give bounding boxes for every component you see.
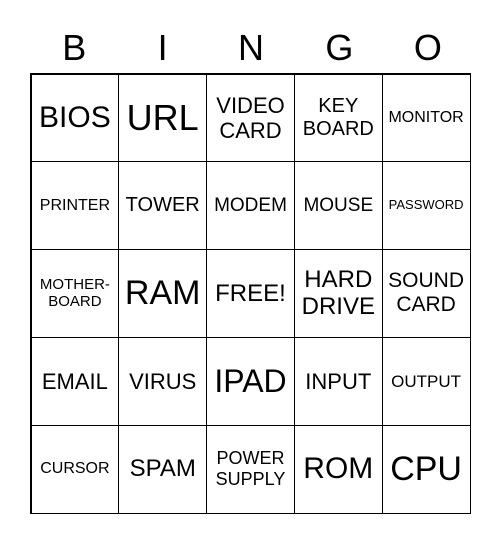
header-letter-g: G [325,27,354,68]
bingo-cell: PASSWORD [381,161,471,251]
bingo-cell: CPU [381,424,471,514]
bingo-cell: RAM [118,249,208,338]
bingo-cell: SPAM [118,424,208,514]
bingo-cell: VIRUS [118,336,208,426]
bingo-cell: KEY BOARD [293,73,383,163]
bingo-cell: ROM [293,424,383,514]
bingo-cell: URL [118,73,208,163]
bingo-cell free-space: FREE! [206,249,295,338]
bingo-cell: MONITOR [381,73,471,163]
bingo-cell: CURSOR [30,424,120,514]
header-letter-n: N [238,27,265,68]
bingo-cell: HARD DRIVE [293,249,383,338]
header-letter-i: I [157,27,168,68]
bingo-cell: TOWER [118,161,208,251]
bingo-cell: INPUT [293,336,383,426]
bingo-cell: MOUSE [293,161,383,251]
bingo-cell: MOTHER-BOARD [30,249,120,338]
bingo-cell: BIOS [30,73,120,163]
bingo-cell: IPAD [206,336,295,426]
header-letter-o: O [413,27,442,68]
bingo-cell: EMAIL [30,336,120,426]
bingo-grid: BIOS URL VIDEO CARD KEY BOARD MONITOR PR… [30,73,471,514]
bingo-header: B I N G O [30,22,472,74]
bingo-cell: POWER SUPPLY [206,424,295,514]
bingo-cell: MODEM [206,161,295,251]
bingo-cell: OUTPUT [381,336,471,426]
bingo-cell: VIDEO CARD [206,73,295,163]
header-letter-b: B [62,27,87,68]
bingo-cell: PRINTER [30,161,120,251]
bingo-cell: SOUND CARD [381,249,471,338]
